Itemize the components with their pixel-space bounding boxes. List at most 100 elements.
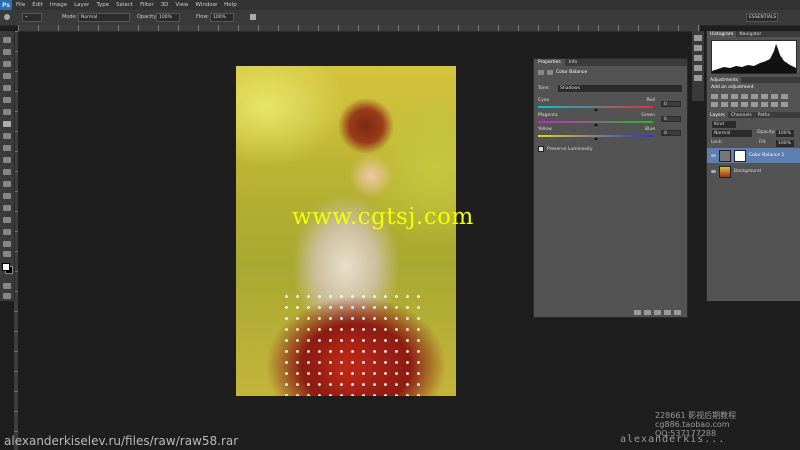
info-icon[interactable] [694,55,702,61]
tab-navigator[interactable]: Navigator [736,31,764,37]
black-white-icon[interactable] [781,94,788,99]
quick-select-tool-icon[interactable] [3,73,11,79]
layer-opacity-field[interactable]: 100% [775,129,795,138]
photo-filter-icon[interactable] [711,102,718,107]
gradient-map-icon[interactable] [771,102,778,107]
brush-size-picker[interactable]: • [22,12,42,22]
brush-presets-icon[interactable] [694,65,702,71]
lasso-tool-icon[interactable] [3,61,11,67]
yellow-blue-value[interactable]: 0 [661,130,681,136]
healing-brush-tool-icon[interactable] [3,109,11,115]
tab-properties[interactable]: Properties [534,59,565,66]
canvas-photo[interactable] [236,66,456,396]
tone-label: Tone: [538,86,550,91]
brightness-contrast-icon[interactable] [711,94,718,99]
exposure-icon[interactable] [741,94,748,99]
menu-image[interactable]: Image [50,2,67,8]
properties-tabs: Properties Info [534,59,687,66]
eraser-tool-icon[interactable] [3,157,11,163]
menu-layer[interactable]: Layer [74,2,89,8]
cyan-red-slider[interactable] [538,106,653,111]
history-icon[interactable] [694,35,702,41]
tab-adjustments[interactable]: Adjustments [707,77,742,83]
levels-icon[interactable] [721,94,728,99]
flow-field[interactable]: 100% [210,12,234,22]
adjustment-title: Color Balance [556,69,588,75]
menu-help[interactable]: Help [224,2,237,8]
channel-mixer-icon[interactable] [721,102,728,107]
workspace-switcher[interactable]: ESSENTIALS [746,12,778,22]
dodge-tool-icon[interactable] [3,193,11,199]
menu-select[interactable]: Select [116,2,133,8]
blur-tool-icon[interactable] [3,181,11,187]
watermark-text: www.cgtsj.com [292,204,474,230]
hand-tool-icon[interactable] [3,241,11,247]
selective-color-icon[interactable] [781,102,788,107]
tab-info[interactable]: Info [565,59,582,66]
path-select-tool-icon[interactable] [3,229,11,235]
history-brush-tool-icon[interactable] [3,145,11,151]
slider-thumb[interactable] [593,137,598,140]
menu-file[interactable]: File [16,2,25,8]
vibrance-icon[interactable] [751,94,758,99]
gradient-tool-icon[interactable] [3,169,11,175]
eye-icon[interactable] [711,154,716,157]
visibility-icon[interactable] [664,310,671,315]
menu-window[interactable]: Window [195,2,217,8]
layer-mask-thumbnail[interactable] [734,149,746,162]
screen-mode-icon[interactable] [3,293,11,299]
invert-icon[interactable] [741,102,748,107]
menu-3d[interactable]: 3D [161,2,169,8]
character-icon[interactable] [694,75,702,81]
eye-icon[interactable] [711,170,716,173]
slider-right-label: Blue [645,127,655,132]
slider-thumb[interactable] [593,108,598,111]
clone-stamp-tool-icon[interactable] [3,133,11,139]
quick-mask-icon[interactable] [3,283,11,289]
curves-icon[interactable] [731,94,738,99]
mode-select[interactable]: Normal [78,12,130,22]
brush-tool-icon[interactable] [3,121,11,127]
menu-filter[interactable]: Filter [140,2,154,8]
magenta-green-slider[interactable] [538,121,653,126]
pen-tool-icon[interactable] [3,205,11,211]
opacity-field[interactable]: 100% [156,12,180,22]
marquee-tool-icon[interactable] [3,49,11,55]
menu-edit[interactable]: Edit [32,2,43,8]
layer-row-background[interactable]: Background [707,164,800,179]
color-balance-icon[interactable] [771,94,778,99]
preserve-luminosity-checkbox[interactable] [538,146,544,152]
move-tool-icon[interactable] [3,37,11,43]
dock-icon-strip [692,31,704,101]
airbrush-icon[interactable] [250,13,256,21]
menu-type[interactable]: Type [96,2,109,8]
corner-line-1: 228661 影视后期教程 [655,411,737,420]
foreground-color-swatch[interactable] [2,263,10,271]
reset-icon[interactable] [654,310,661,315]
histogram-graph [711,40,797,74]
trash-icon[interactable] [674,310,681,315]
eyedropper-tool-icon[interactable] [3,97,11,103]
posterize-icon[interactable] [751,102,758,107]
tab-histogram[interactable]: Histogram [707,31,737,37]
blend-mode-select[interactable]: Normal [711,129,753,138]
hue-saturation-icon[interactable] [761,94,768,99]
menu-view[interactable]: View [175,2,188,8]
crop-tool-icon[interactable] [3,85,11,91]
layer-mask-icon[interactable] [547,69,553,75]
yellow-blue-slider[interactable] [538,135,653,140]
brush-tool-icon[interactable] [4,13,10,21]
tone-select[interactable]: Shadows [557,84,683,93]
threshold-icon[interactable] [761,102,768,107]
view-previous-icon[interactable] [644,310,651,315]
type-tool-icon[interactable] [3,217,11,223]
zoom-tool-icon[interactable] [3,251,11,257]
magenta-green-value[interactable]: 0 [661,116,681,122]
fill-field[interactable]: 100% [775,139,795,148]
actions-icon[interactable] [694,45,702,51]
clip-to-layer-icon[interactable] [634,310,641,315]
cyan-red-value[interactable]: 0 [661,101,681,107]
color-lookup-icon[interactable] [731,102,738,107]
slider-thumb[interactable] [593,123,598,126]
layer-row-color-balance[interactable]: Color Balance 1 [707,148,800,163]
